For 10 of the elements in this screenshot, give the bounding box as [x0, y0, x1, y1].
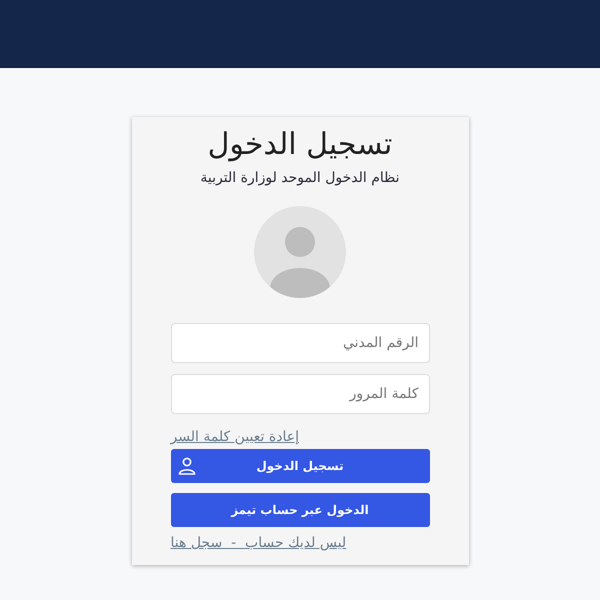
teams-login-button[interactable]: الدخول عبر حساب تيمز — [170, 493, 430, 527]
input-field[interactable]: الرقم المدني — [170, 323, 430, 363]
user-avatar-icon — [254, 206, 346, 298]
subtitle: نظام الدخول الموحد لوزارة التربية — [199, 169, 401, 188]
password-field[interactable]: كلمة المرور — [170, 374, 430, 414]
page-title: تسجيل الدخول — [206, 126, 394, 164]
user-icon — [178, 457, 196, 475]
register-link[interactable]: ليس لديك حساب - سجل هنا — [170, 533, 346, 553]
login-button[interactable]: تسجيل الدخول — [170, 449, 430, 483]
reset-password-link[interactable]: إعادة تعيين كلمة السر — [170, 427, 299, 447]
